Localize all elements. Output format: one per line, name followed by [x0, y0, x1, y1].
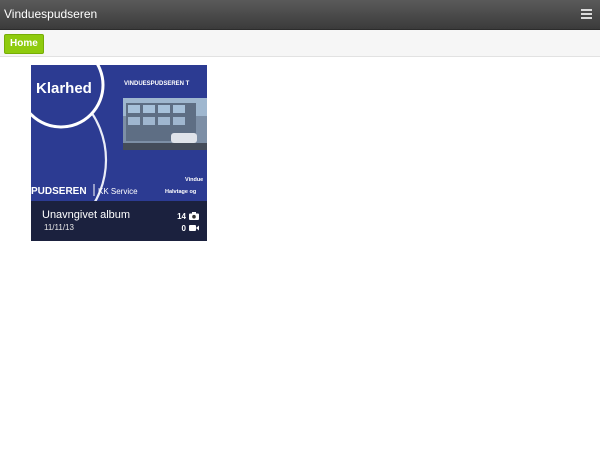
hamburger-icon[interactable]	[581, 9, 592, 20]
cover-banner-text: VINDUESPUDSEREN T	[124, 81, 190, 87]
album-date: 11/11/13	[44, 223, 74, 232]
cover-service-text: KK Service	[98, 187, 138, 196]
home-button[interactable]: Home	[4, 34, 44, 54]
photo-count-value: 14	[177, 211, 186, 221]
album-caption-overlay	[31, 201, 207, 241]
video-count-value: 0	[181, 223, 186, 233]
album-tile[interactable]: Klarhed VINDUESPUDSEREN T PUDSEREN KK Se…	[31, 65, 207, 241]
cover-right-line2: Halvtage og	[165, 189, 196, 195]
camera-icon	[189, 212, 199, 220]
video-count: 0	[182, 223, 199, 233]
top-bar: Vinduespudseren	[0, 0, 600, 30]
cover-brand-text: PUDSEREN	[31, 186, 87, 197]
cover-right-line1: Vindue	[185, 177, 203, 183]
app-title: Vinduespudseren	[4, 7, 98, 21]
photo-count: 14	[177, 211, 199, 221]
video-camera-icon	[189, 225, 199, 231]
album-title: Unavngivet album	[42, 209, 131, 221]
nav-bar: Home	[0, 30, 600, 57]
cover-badge-text: Klarhed	[36, 80, 92, 97]
